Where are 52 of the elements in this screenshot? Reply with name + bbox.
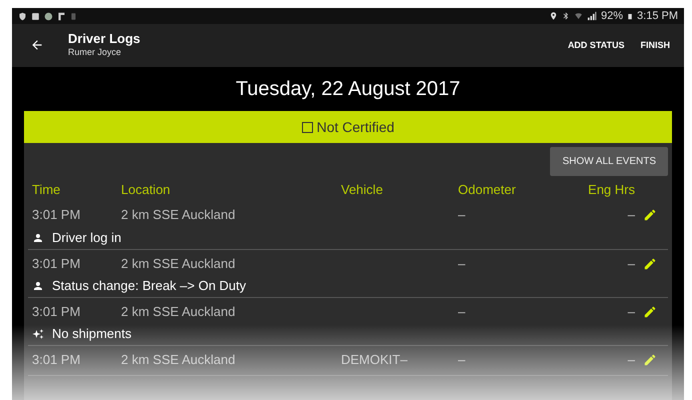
table-cell: 3:01 PM bbox=[32, 304, 80, 319]
table-cell: 2 km SSE Auckland bbox=[121, 256, 236, 271]
battery-percentage: 92% bbox=[601, 8, 624, 24]
pencil-icon bbox=[643, 304, 657, 319]
pencil-icon bbox=[643, 353, 657, 368]
column-header: Time bbox=[31, 181, 62, 199]
table-cell: 3:01 PM bbox=[32, 256, 80, 271]
table-cell: – bbox=[458, 352, 466, 368]
circle-icon bbox=[44, 12, 53, 20]
table-cell: 2 km SSE Auckland bbox=[121, 352, 236, 368]
back-arrow-icon bbox=[30, 38, 44, 52]
sparkle-icon bbox=[32, 328, 44, 340]
date-heading: Tuesday, 22 August 2017 bbox=[234, 77, 462, 102]
toolbar-action[interactable]: FINISH bbox=[636, 38, 674, 52]
table-cell: 3:01 PM bbox=[32, 207, 80, 222]
event-description: No shipments bbox=[52, 326, 132, 342]
certification-bar[interactable]: Not Certified bbox=[24, 111, 672, 143]
pencil-icon bbox=[643, 208, 657, 222]
shield-icon bbox=[18, 12, 27, 20]
clock-time: 3:15 PM bbox=[637, 8, 678, 24]
column-header: Location bbox=[121, 181, 172, 199]
checkbox[interactable] bbox=[302, 122, 313, 132]
table-cell: – bbox=[458, 304, 466, 319]
person-icon bbox=[32, 280, 44, 292]
wifi-icon bbox=[574, 11, 583, 21]
column-header: Vehicle bbox=[341, 181, 384, 199]
table-cell: 2 km SSE Auckland bbox=[121, 304, 236, 319]
table-cell: – bbox=[628, 304, 635, 319]
person-icon bbox=[32, 232, 44, 244]
event-description: Driver log in bbox=[52, 230, 122, 246]
image-icon bbox=[31, 12, 40, 20]
table-cell: 3:01 PM bbox=[32, 352, 80, 368]
table-cell: – bbox=[628, 207, 635, 222]
show-all-events-button[interactable]: SHOW ALL EVENTS bbox=[550, 147, 668, 176]
event-description: Status change: Break –> On Duty bbox=[52, 278, 246, 294]
certification-label: Not Certified bbox=[316, 118, 394, 136]
location-icon bbox=[549, 11, 558, 21]
toolbar-title: Driver Logs bbox=[68, 32, 142, 46]
pencil-icon bbox=[643, 256, 657, 271]
table-cell: – bbox=[458, 256, 466, 271]
table-cell: 2 km SSE Auckland bbox=[121, 207, 236, 222]
column-header: Eng Hrs bbox=[587, 181, 635, 199]
column-header: Odometer bbox=[458, 181, 517, 199]
flag-icon bbox=[57, 12, 66, 20]
bluetooth-icon bbox=[562, 11, 570, 21]
toolbar-subtitle: Rumer Joyce bbox=[68, 46, 122, 59]
table-cell: – bbox=[628, 352, 635, 368]
signal-icon bbox=[587, 11, 597, 21]
toolbar-action[interactable]: ADD STATUS bbox=[564, 38, 628, 52]
table-cell: – bbox=[458, 207, 466, 222]
table-cell: DEMOKIT– bbox=[341, 352, 408, 368]
table-cell: – bbox=[628, 256, 635, 271]
